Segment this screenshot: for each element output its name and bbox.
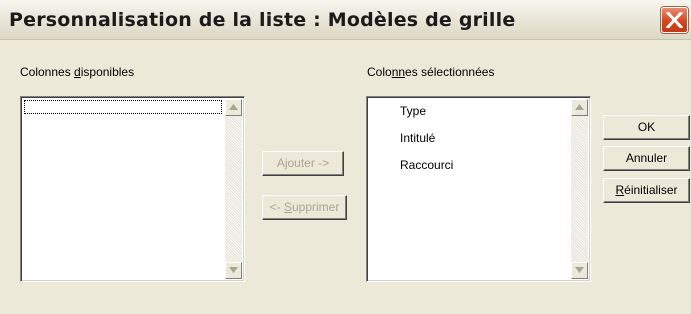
selected-label-text: Colonnes sélectionnées [367, 65, 495, 79]
selected-items-list: Type Intitulé Raccourci [400, 104, 453, 185]
list-item[interactable]: Raccourci [400, 158, 453, 185]
available-columns-listbox[interactable] [20, 96, 245, 282]
available-columns-label: Colonnes disponibles [20, 65, 134, 79]
selected-columns-listbox[interactable]: Type Intitulé Raccourci [366, 96, 591, 282]
add-button[interactable]: Ajouter -> [262, 151, 344, 176]
list-item[interactable]: Intitulé [400, 131, 453, 158]
remove-button-label: <- Supprimer [269, 200, 340, 214]
window-title: Personnalisation de la liste : Modèles d… [9, 9, 516, 31]
title-bar: Personnalisation de la liste : Modèles d… [0, 0, 691, 40]
selected-columns-label: Colonnes sélectionnées [367, 65, 494, 79]
reset-button-label: Réinitialiser [615, 183, 678, 197]
scroll-down-button[interactable] [225, 262, 242, 279]
arrow-down-icon [575, 267, 584, 273]
add-button-label: Ajouter -> [276, 156, 330, 170]
close-button[interactable] [661, 7, 688, 33]
selected-scrollbar[interactable] [571, 99, 588, 279]
list-item[interactable]: Type [400, 104, 453, 131]
reset-button[interactable]: Réinitialiser [603, 178, 690, 203]
arrow-down-icon [229, 267, 238, 273]
cancel-button[interactable]: Annuler [603, 146, 690, 171]
arrow-up-icon [229, 104, 238, 110]
close-icon [666, 12, 683, 28]
available-label-text: Colonnes disponibles [20, 65, 135, 79]
available-scrollbar[interactable] [225, 99, 242, 279]
cancel-button-label: Annuler [625, 151, 668, 165]
ok-button-label: OK [637, 120, 656, 134]
arrow-up-icon [575, 104, 584, 110]
scroll-down-button[interactable] [571, 262, 588, 279]
ok-button[interactable]: OK [603, 115, 690, 140]
scroll-up-button[interactable] [225, 99, 242, 116]
scroll-up-button[interactable] [571, 99, 588, 116]
remove-button[interactable]: <- Supprimer [262, 195, 347, 220]
list-focus-rect [24, 100, 222, 114]
